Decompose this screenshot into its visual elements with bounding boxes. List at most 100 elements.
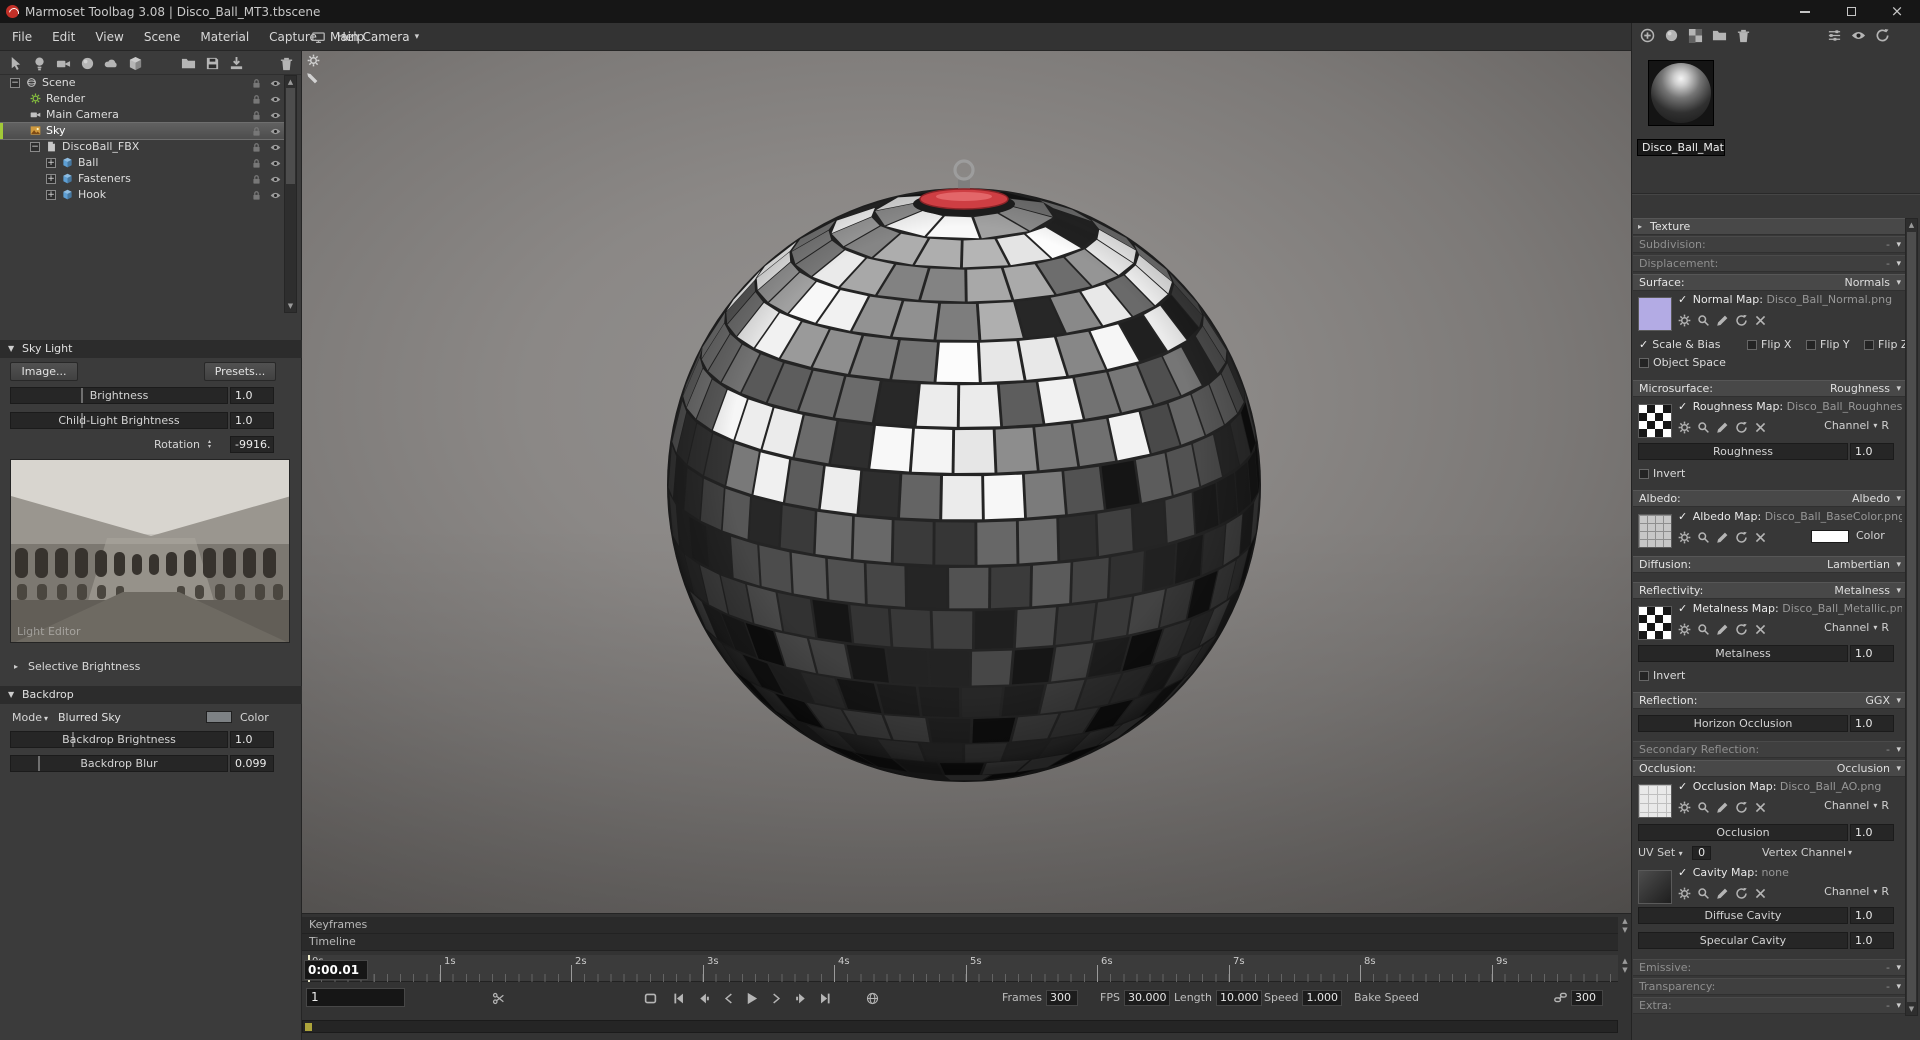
clear-icon[interactable] bbox=[1754, 887, 1767, 900]
gear-icon[interactable] bbox=[1678, 314, 1691, 327]
presets-button[interactable]: Presets... bbox=[204, 362, 276, 381]
section-microsurface[interactable]: Microsurface: Roughness ▾ bbox=[1633, 380, 1905, 397]
folder-icon[interactable] bbox=[1712, 28, 1727, 43]
rotation-value[interactable]: -9916. bbox=[230, 436, 274, 453]
gear-icon[interactable] bbox=[1678, 887, 1691, 900]
reload-icon[interactable] bbox=[1735, 421, 1748, 434]
add-fog-icon[interactable] bbox=[104, 56, 119, 71]
lock-icon[interactable] bbox=[251, 94, 262, 105]
backdrop-header[interactable]: ▼ Backdrop bbox=[0, 686, 302, 704]
section-mode[interactable]: Metalness bbox=[1834, 583, 1890, 598]
channel-selector[interactable]: Channel ▾ R bbox=[1824, 799, 1889, 812]
edit-icon[interactable] bbox=[1716, 531, 1729, 544]
specular-cavity-value[interactable]: 1.0 bbox=[1850, 932, 1894, 949]
arrow-down-icon[interactable]: ▼ bbox=[1619, 966, 1631, 975]
menu-edit[interactable]: Edit bbox=[42, 23, 85, 51]
trash-icon[interactable] bbox=[1736, 28, 1751, 43]
collapse-icon[interactable]: − bbox=[10, 78, 20, 88]
clear-icon[interactable] bbox=[1754, 314, 1767, 327]
roughness-slider[interactable]: Roughness 1.0 bbox=[1638, 443, 1896, 460]
viewport-settings-icon[interactable] bbox=[307, 54, 320, 67]
scale-bias-checkbox[interactable]: ✓ Scale & Bias bbox=[1639, 337, 1720, 352]
search-icon[interactable] bbox=[1697, 531, 1710, 544]
material-scrollbar[interactable]: ▲ ▼ bbox=[1905, 218, 1918, 1016]
clear-icon[interactable] bbox=[1754, 623, 1767, 636]
edit-icon[interactable] bbox=[1716, 421, 1729, 434]
section-transparency[interactable]: Transparency: - ▾ bbox=[1633, 978, 1905, 995]
checker-icon[interactable] bbox=[1688, 28, 1703, 43]
section-emissive[interactable]: Emissive: - ▾ bbox=[1633, 959, 1905, 976]
albedo-map-thumbnail[interactable] bbox=[1638, 514, 1672, 548]
eye-icon[interactable] bbox=[270, 110, 281, 121]
vertex-channel-label[interactable]: Vertex Channel bbox=[1762, 846, 1846, 859]
metalness-slider[interactable]: Metalness 1.0 bbox=[1638, 645, 1896, 662]
refresh-icon[interactable] bbox=[1875, 28, 1890, 43]
metalness-map-thumbnail[interactable] bbox=[1638, 606, 1672, 640]
arrow-up-icon[interactable]: ▲ bbox=[1619, 917, 1631, 926]
channel-selector[interactable]: Channel ▾ R bbox=[1824, 621, 1889, 634]
backdrop-blur-value[interactable]: 0.099 bbox=[230, 755, 274, 772]
backdrop-brightness-value[interactable]: 1.0 bbox=[230, 731, 274, 748]
scroll-down-icon[interactable]: ▼ bbox=[285, 301, 296, 311]
section-mode[interactable]: Roughness bbox=[1830, 381, 1890, 396]
current-frame-field[interactable]: 1 bbox=[306, 988, 405, 1007]
section-occlusion[interactable]: Occlusion: Occlusion ▾ bbox=[1633, 760, 1905, 777]
section-mode[interactable]: Normals bbox=[1844, 275, 1890, 290]
roughness-value[interactable]: 1.0 bbox=[1850, 443, 1894, 460]
maximize-button[interactable] bbox=[1828, 0, 1874, 23]
lock-icon[interactable] bbox=[251, 158, 262, 169]
diffuse-cavity-value[interactable]: 1.0 bbox=[1850, 907, 1894, 924]
specular-cavity-slider[interactable]: Specular Cavity 1.0 bbox=[1638, 932, 1896, 949]
eye-icon[interactable] bbox=[1851, 28, 1866, 43]
keyframes-track[interactable]: Keyframes bbox=[302, 917, 1618, 934]
time-ruler[interactable]: 0s 1s 2s 3s 4s 5s 6s 7s 8s 9s bbox=[302, 955, 1618, 982]
add-light-icon[interactable] bbox=[32, 56, 47, 71]
normal-map-thumbnail[interactable] bbox=[1638, 297, 1672, 331]
tree-row-sky[interactable]: Sky bbox=[0, 122, 285, 140]
clear-icon[interactable] bbox=[1754, 801, 1767, 814]
collapse-icon[interactable]: − bbox=[30, 142, 40, 152]
channel-selector[interactable]: Channel ▾ R bbox=[1824, 885, 1889, 898]
selective-brightness-header[interactable]: ▸ Selective Brightness bbox=[0, 658, 302, 675]
save-icon[interactable] bbox=[205, 56, 220, 71]
eye-icon[interactable] bbox=[270, 126, 281, 137]
stepper-down-icon[interactable]: ▾ bbox=[208, 444, 211, 450]
section-diffusion[interactable]: Diffusion: Lambertian ▾ bbox=[1633, 556, 1905, 573]
eye-icon[interactable] bbox=[270, 142, 281, 153]
split-keyframes-button[interactable] bbox=[488, 988, 508, 1008]
section-mode[interactable]: - bbox=[1886, 998, 1890, 1013]
add-mesh-icon[interactable] bbox=[128, 56, 143, 71]
section-secondary-reflection[interactable]: Secondary Reflection: - ▾ bbox=[1633, 741, 1905, 758]
section-mode[interactable]: - bbox=[1886, 256, 1890, 271]
section-mode[interactable]: - bbox=[1886, 237, 1890, 252]
expand-icon[interactable]: + bbox=[46, 190, 56, 200]
link-icon[interactable] bbox=[1554, 991, 1567, 1004]
bake-speed-value[interactable]: 300 bbox=[1571, 989, 1603, 1006]
backdrop-brightness-slider[interactable]: Backdrop Brightness 1.0 bbox=[10, 731, 274, 748]
material-preview[interactable] bbox=[1648, 60, 1714, 126]
eye-icon[interactable] bbox=[270, 78, 281, 89]
reload-icon[interactable] bbox=[1735, 314, 1748, 327]
occlusion-map-thumbnail[interactable] bbox=[1638, 784, 1672, 818]
lock-icon[interactable] bbox=[251, 190, 262, 201]
eye-icon[interactable] bbox=[270, 190, 281, 201]
tree-row-render[interactable]: Render bbox=[0, 91, 284, 107]
tree-row-fasteners[interactable]: + Fasteners bbox=[0, 171, 284, 187]
frames-value[interactable]: 300 bbox=[1046, 989, 1079, 1006]
open-folder-icon[interactable] bbox=[181, 56, 196, 71]
eye-icon[interactable] bbox=[270, 158, 281, 169]
uv-set-value[interactable]: 0 bbox=[1692, 846, 1712, 860]
section-texture[interactable]: ▸ Texture bbox=[1633, 218, 1905, 235]
track-resize-control[interactable]: ▲ ▼ ▲ ▼ bbox=[1619, 917, 1631, 975]
section-mode[interactable]: GGX bbox=[1865, 693, 1890, 708]
gear-icon[interactable] bbox=[1678, 623, 1691, 636]
eye-icon[interactable] bbox=[270, 94, 281, 105]
flip-x-checkbox[interactable]: Flip X bbox=[1747, 337, 1791, 352]
tree-row-ball[interactable]: + Ball bbox=[0, 155, 284, 171]
lock-icon[interactable] bbox=[251, 110, 262, 121]
menu-view[interactable]: View bbox=[85, 23, 133, 51]
close-button[interactable]: × bbox=[1874, 0, 1920, 23]
previous-keyframe-button[interactable] bbox=[693, 988, 713, 1008]
flip-y-checkbox[interactable]: Flip Y bbox=[1806, 337, 1850, 352]
speed-value[interactable]: 1.000 bbox=[1302, 989, 1342, 1006]
